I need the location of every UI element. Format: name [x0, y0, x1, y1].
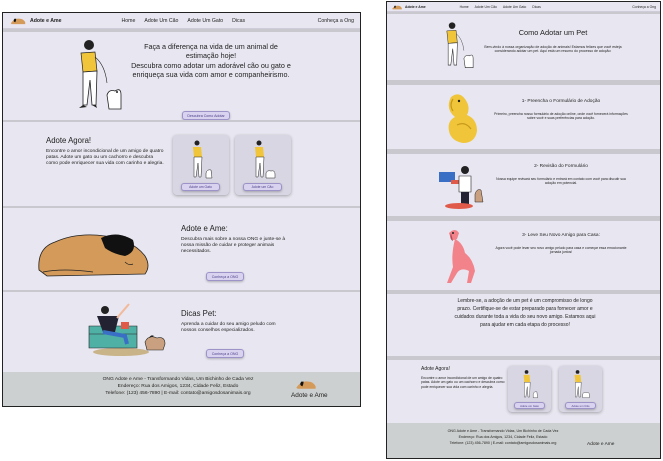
adopt-dog-card[interactable]: Adote um Cão — [559, 366, 602, 412]
adopt-cat-card[interactable]: Adote um Gato — [173, 135, 229, 195]
about-ngo-button[interactable]: Conheça a ONG — [206, 272, 244, 281]
about-text: Descubra mais sobre a nossa ONG e junte-… — [181, 237, 286, 255]
person-with-dog-illustration — [574, 370, 590, 398]
hero-title: Faça a diferença na vida de um animal de… — [144, 42, 278, 60]
nav-link-adopt-dog[interactable]: Adote Um Cão — [144, 18, 178, 24]
tips-title: Dicas Pet: — [181, 309, 217, 318]
footer-brand: Adote e Ame — [291, 392, 328, 399]
nav-link-home[interactable]: Home — [122, 18, 136, 24]
adopt-section: Adote Agora! Encontre o amor incondicion… — [3, 122, 360, 206]
person-with-cat-illustration — [193, 140, 213, 179]
adopt-dog-button[interactable]: Adote um Cão — [243, 183, 282, 191]
person-walking-dog-illustration — [446, 22, 474, 68]
nav-link-tips[interactable]: Dicas — [532, 5, 540, 9]
nav-link-tips[interactable]: Dicas — [232, 18, 245, 24]
footer-brand: Adote e Ame — [587, 442, 615, 447]
nav-links: Home Adote Um Cão Adote Um Gato Dicas — [122, 18, 246, 24]
adopt-dog-button[interactable]: Adote um Cão — [565, 402, 596, 409]
hero-text: Descubra como adotar um adorável cão ou … — [131, 61, 291, 79]
dog-logo-icon — [10, 18, 26, 25]
adopt-text: Encontre o amor incondicional de um amig… — [421, 376, 505, 389]
footer-line-3: Telefone: (123) 456-7890 | E-mail: conta… — [105, 391, 251, 396]
top-navbar: Adote e Ame Home Adote Um Cão Adote Um G… — [387, 2, 660, 12]
hero-section: Faça a diferença na vida de um animal de… — [3, 32, 360, 120]
tips-section: Dicas Pet: Aprenda a cuidar do seu amigo… — [3, 292, 360, 372]
adopt-text: Encontre o amor incondicional de um amig… — [46, 149, 164, 167]
footer-line-2: Endereço: Rua dos Amigos, 1234, Cidade F… — [117, 384, 239, 389]
tips-ngo-button[interactable]: Conheça a ONG — [206, 349, 244, 358]
closing-section: Lembre-se, a adoção de um pet é um compr… — [387, 294, 660, 356]
footer-line-1: ONG Adote e Ame - Transformando Vidas, U… — [102, 377, 254, 382]
step-3-section: 3- Leve Seu Novo Amigo para Casa: Agora … — [387, 221, 660, 290]
dog-logo-icon — [392, 5, 402, 9]
brand-name: Adote e Ame — [30, 17, 62, 24]
person-with-cat-illustration — [523, 370, 538, 398]
step-1-section: 1- Preencha o Formulário de Adoção Prime… — [387, 85, 660, 149]
adopt-title: Adote Agora! — [46, 136, 92, 145]
person-on-couch-with-dog-illustration — [88, 303, 166, 356]
footer-line-1: ONG Adote e Ame - Transformando Vidas, U… — [447, 429, 559, 433]
nav-link-adopt-dog[interactable]: Adote Um Cão — [475, 5, 497, 9]
nav-link-home[interactable]: Home — [460, 5, 469, 9]
adopt-cat-button[interactable]: Adote um Gato — [514, 402, 545, 409]
footer-line-3: Telefone: (123) 456-7890 | E-mail: conta… — [449, 441, 557, 445]
person-walking-dog-illustration — [79, 40, 122, 110]
nav-link-ngo[interactable]: Conheça a Ong — [318, 18, 354, 24]
step-2-text: Nossa equipe revisará seu formulário e e… — [496, 177, 626, 186]
how-intro-section: Como Adotar um Pet Bem-vindo à nossa org… — [387, 14, 660, 80]
brand[interactable]: Adote e Ame — [391, 4, 426, 10]
brand-name: Adote e Ame — [405, 4, 426, 9]
step-1-title: 1- Preencha o Formulário de Adoção — [521, 99, 601, 104]
top-navbar: Adote e Ame Home Adote Um Cão Adote Um G… — [3, 13, 360, 29]
how-to-adopt-page-screenshot: Adote e Ame Home Adote Um Cão Adote Um G… — [386, 1, 661, 459]
nav-link-ngo[interactable]: Conheça a Ong — [632, 5, 656, 9]
step-2-section: 2- Revisão do Formulário Nossa equipe re… — [387, 154, 660, 216]
adopt-section: Adote Agora! Encontre o amor incondicion… — [387, 360, 660, 423]
nav-link-adopt-cat[interactable]: Adote Um Gato — [503, 5, 526, 9]
adopt-cat-button[interactable]: Adote um Gato — [181, 183, 220, 191]
step-2-title: 2- Revisão do Formulário — [534, 164, 588, 169]
brand[interactable]: Adote e Ame — [9, 16, 62, 25]
tips-text: Aprenda a cuidar do seu amigo peludo com… — [181, 322, 276, 334]
adopt-dog-card[interactable]: Adote um Cão — [235, 135, 291, 195]
vet-with-dog-illustration — [439, 166, 484, 209]
step-3-title: 3- Leve Seu Novo Amigo para Casa: — [522, 233, 600, 238]
pink-dog-illustration — [447, 230, 475, 283]
footer: ONG Adote e Ame - Transformando Vidas, U… — [3, 372, 360, 406]
footer: ONG Adote e Ame - Transformando Vidas, U… — [387, 423, 660, 458]
nav-link-adopt-cat[interactable]: Adote Um Gato — [187, 18, 223, 24]
step-3-text: Agora você pode levar seu novo amigo pel… — [495, 246, 627, 255]
yellow-dog-illustration — [448, 94, 477, 143]
dog-logo-icon — [296, 381, 316, 389]
discover-how-to-adopt-button[interactable]: Descubra Como Adotar — [182, 111, 230, 120]
adopt-cat-card[interactable]: Adote um Gato — [508, 366, 551, 412]
sleeping-dog-illustration — [38, 234, 149, 277]
person-with-dog-illustration — [255, 140, 276, 179]
about-title: Adote e Ame: — [181, 224, 228, 233]
footer-line-2: Endereço: Rua dos Amigos, 1234, Cidade F… — [458, 435, 548, 439]
closing-text: Lembre-se, a adoção de um pet é um compr… — [454, 298, 596, 328]
adopt-title: Adote Agora! — [421, 366, 450, 372]
home-page-screenshot: Adote e Ame Home Adote Um Cão Adote Um G… — [2, 12, 361, 407]
step-1-text: Primeiro, preencha nosso formulário de a… — [494, 112, 628, 121]
about-section: Adote e Ame: Descubra mais sobre a nossa… — [3, 208, 360, 290]
nav-links: Home Adote Um Cão Adote Um Gato Dicas — [460, 5, 541, 9]
how-intro-text: Bem-vindo à nossa organização de adoção … — [484, 45, 622, 54]
how-title: Como Adotar um Pet — [518, 28, 588, 37]
